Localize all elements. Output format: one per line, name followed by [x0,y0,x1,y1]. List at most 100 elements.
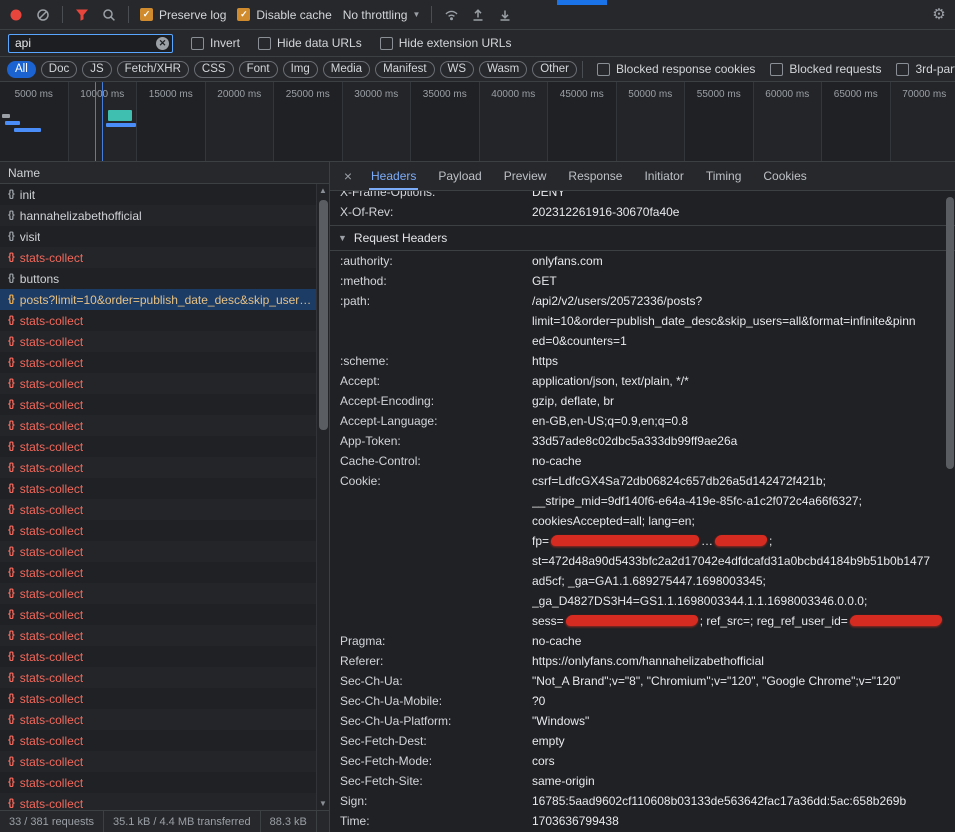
filter-chip-wasm[interactable]: Wasm [479,61,527,78]
tab-cookies[interactable]: Cookies [752,162,817,190]
request-row[interactable]: {}stats-collect [0,709,329,730]
export-har-icon[interactable] [497,7,513,23]
tab-initiator[interactable]: Initiator [633,162,694,190]
request-row[interactable]: {}stats-collect [0,499,329,520]
hide-extension-urls-checkbox[interactable]: Hide extension URLs [380,36,512,50]
request-row[interactable]: {}stats-collect [0,373,329,394]
third-party-requests-label: 3rd-party requests [915,62,955,76]
filter-bar: ✕ Invert Hide data URLs Hide extension U… [0,30,955,57]
filter-chip-font[interactable]: Font [239,61,278,78]
fetch-xhr-icon: {} [8,693,14,704]
disable-cache-checkbox[interactable]: ✓ Disable cache [237,8,331,22]
header-name: App-Token: [340,431,532,451]
request-row[interactable]: {}stats-collect [0,772,329,793]
clear-filter-icon[interactable]: ✕ [156,37,169,50]
request-row[interactable]: {}stats-collect [0,583,329,604]
import-har-icon[interactable] [470,7,486,23]
header-name: Cookie: [340,471,532,631]
request-row[interactable]: {}posts?limit=10&order=publish_date_desc… [0,289,329,310]
filter-chip-js[interactable]: JS [82,61,111,78]
request-row[interactable]: {}stats-collect [0,331,329,352]
filter-chip-ws[interactable]: WS [440,61,475,78]
preserve-log-checkbox[interactable]: ✓ Preserve log [140,8,226,22]
request-row[interactable]: {}stats-collect [0,667,329,688]
request-row[interactable]: {}stats-collect [0,415,329,436]
request-row[interactable]: {}visit [0,226,329,247]
request-row[interactable]: {}stats-collect [0,247,329,268]
selection-line [95,82,96,162]
tab-headers[interactable]: Headers [360,162,427,190]
request-row[interactable]: {}stats-collect [0,352,329,373]
request-row[interactable]: {}stats-collect [0,688,329,709]
request-row[interactable]: {}hannahelizabethofficial [0,205,329,226]
detail-scrollbar[interactable] [944,191,955,832]
timeline-overview[interactable]: 5000 ms10000 ms15000 ms20000 ms25000 ms3… [0,82,955,162]
request-row[interactable]: {}stats-collect [0,436,329,457]
request-row[interactable]: {}stats-collect [0,562,329,583]
toolbar-divider [62,6,63,23]
timeline-section: 15000 ms [137,82,206,161]
request-row[interactable]: {}stats-collect [0,520,329,541]
scrollbar-thumb[interactable] [319,200,328,430]
timeline-section: 35000 ms [411,82,480,161]
scroll-down-icon[interactable]: ▼ [317,797,329,810]
filter-chip-manifest[interactable]: Manifest [375,61,434,78]
invert-checkbox[interactable]: Invert [191,36,240,50]
request-headers-section[interactable]: ▼Request Headers [330,226,955,251]
filter-input-box: ✕ [8,34,173,53]
request-row[interactable]: {}stats-collect [0,604,329,625]
search-icon[interactable] [101,7,117,23]
request-row[interactable]: {}stats-collect [0,478,329,499]
request-row[interactable]: {}stats-collect [0,751,329,772]
request-row[interactable]: {}stats-collect [0,310,329,331]
throttling-dropdown[interactable]: No throttling ▼ [343,8,421,22]
request-row[interactable]: {}stats-collect [0,394,329,415]
header-row: Pragma:no-cache [330,631,955,651]
request-row[interactable]: {}init [0,184,329,205]
close-detail-icon[interactable]: × [336,168,360,184]
header-value-line: cors [532,751,955,771]
header-rows: X-Of-Rev:202312261916-30670fa40e▼Request… [330,202,955,831]
fetch-xhr-icon: {} [8,399,14,410]
request-row[interactable]: {}buttons [0,268,329,289]
top-blue-strip [557,0,607,5]
clear-button[interactable] [35,7,51,23]
filter-icon[interactable] [74,7,90,23]
request-row[interactable]: {}stats-collect [0,730,329,751]
filter-input[interactable] [9,36,172,50]
header-row: Referer:https://onlyfans.com/hannaheliza… [330,651,955,671]
request-row[interactable]: {}stats-collect [0,625,329,646]
settings-gear-icon[interactable]: ⚙ [931,7,947,23]
hide-data-urls-checkbox[interactable]: Hide data URLs [258,36,362,50]
record-button[interactable] [8,7,24,23]
tab-payload[interactable]: Payload [427,162,492,190]
filter-chip-fetch-xhr[interactable]: Fetch/XHR [117,61,189,78]
blocked-requests-checkbox[interactable]: Blocked requests [770,62,881,76]
timeline-label: 35000 ms [423,89,467,100]
third-party-requests-checkbox[interactable]: 3rd-party requests [896,62,955,76]
name-column-header[interactable]: Name [0,162,329,184]
header-value-line: https://onlyfans.com/hannahelizabethoffi… [532,651,955,671]
header-row: App-Token:33d57ade8c02dbc5a333db99ff9ae2… [330,431,955,451]
request-row[interactable]: {}stats-collect [0,646,329,667]
fetch-xhr-icon: {} [8,357,14,368]
filter-chip-img[interactable]: Img [283,61,318,78]
filter-chip-all[interactable]: All [7,61,36,78]
filter-chip-media[interactable]: Media [323,61,370,78]
filter-chip-other[interactable]: Other [532,61,577,78]
request-row[interactable]: {}stats-collect [0,793,329,810]
request-name: stats-collect [20,251,83,265]
tab-timing[interactable]: Timing [695,162,753,190]
network-conditions-icon[interactable] [443,7,459,23]
tab-preview[interactable]: Preview [493,162,558,190]
filter-chip-css[interactable]: CSS [194,61,234,78]
request-row[interactable]: {}stats-collect [0,457,329,478]
request-row[interactable]: {}stats-collect [0,541,329,562]
request-list-scrollbar[interactable]: ▲ ▼ [316,184,329,810]
fetch-xhr-icon: {} [8,567,14,578]
blocked-response-cookies-checkbox[interactable]: Blocked response cookies [597,62,755,76]
tab-response[interactable]: Response [557,162,633,190]
filter-chip-doc[interactable]: Doc [41,61,77,78]
scrollbar-thumb[interactable] [946,197,954,469]
scroll-up-icon[interactable]: ▲ [317,184,329,197]
